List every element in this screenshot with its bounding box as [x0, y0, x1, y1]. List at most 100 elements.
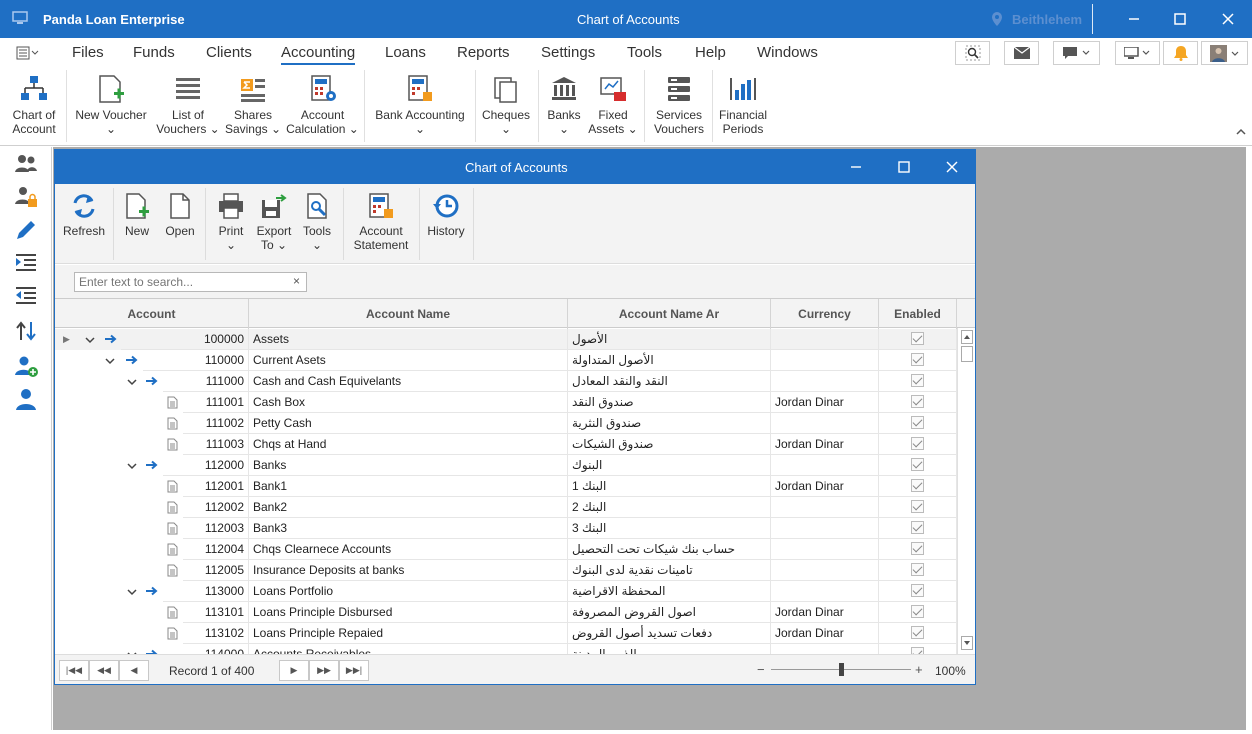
- maximize-button[interactable]: [1170, 9, 1190, 29]
- enabled-checkbox[interactable]: [911, 500, 924, 514]
- chat-button[interactable]: [1053, 41, 1100, 65]
- table-row[interactable]: 113102 Loans Principle Repaied دفعات تسديد…: [55, 623, 957, 644]
- menu-files[interactable]: Files: [72, 44, 104, 61]
- scroll-up-button[interactable]: [961, 330, 973, 344]
- expand-chevron-icon[interactable]: [127, 378, 137, 386]
- last-page-button[interactable]: ▶▶|: [339, 660, 369, 681]
- notifications-button[interactable]: [1163, 41, 1198, 65]
- enabled-checkbox[interactable]: [911, 626, 924, 640]
- enabled-checkbox[interactable]: [911, 437, 924, 451]
- clear-search-icon[interactable]: ×: [293, 274, 300, 288]
- list-of-vouchers-button[interactable]: List of Vouchers ⌄: [155, 74, 221, 136]
- table-row[interactable]: 110000 Current Asets الأصول المتداولة: [55, 350, 957, 371]
- scroll-down-button[interactable]: [961, 636, 973, 650]
- cheques-button[interactable]: Cheques ⌄: [480, 74, 532, 136]
- menu-accounting[interactable]: Accounting: [281, 44, 356, 65]
- enabled-checkbox[interactable]: [911, 521, 924, 535]
- enabled-checkbox[interactable]: [911, 416, 924, 430]
- fixed-assets-button[interactable]: Fixed Assets ⌄: [588, 74, 638, 136]
- menu-funds[interactable]: Funds: [133, 44, 175, 61]
- expand-chevron-icon[interactable]: [105, 357, 115, 365]
- prev-record-button[interactable]: ◀: [119, 660, 149, 681]
- user-lock-icon[interactable]: [14, 185, 38, 209]
- add-user-icon[interactable]: [14, 354, 38, 378]
- table-row[interactable]: 113101 Loans Principle Disbursed اصول القر…: [55, 602, 957, 623]
- clients-group-icon[interactable]: [14, 152, 38, 176]
- next-page-button[interactable]: ▶▶: [309, 660, 339, 681]
- search-input[interactable]: [74, 272, 307, 292]
- banks-button[interactable]: Banks ⌄: [544, 74, 584, 136]
- expand-chevron-icon[interactable]: [127, 588, 137, 596]
- zoom-out-button[interactable]: −: [757, 662, 765, 677]
- account-statement-button[interactable]: Account Statement: [347, 192, 415, 252]
- enabled-checkbox[interactable]: [911, 374, 924, 388]
- enabled-checkbox[interactable]: [911, 353, 924, 367]
- enabled-checkbox[interactable]: [911, 458, 924, 472]
- table-row[interactable]: 111003 Chqs at Hand صندوق الشيكات Jordan Di…: [55, 434, 957, 455]
- user-avatar-button[interactable]: [1201, 41, 1248, 65]
- chart-of-account-button[interactable]: Chart of Account: [6, 74, 62, 136]
- minimize-button[interactable]: [1124, 9, 1144, 29]
- menu-reports[interactable]: Reports: [457, 44, 510, 61]
- indent-list-icon[interactable]: [14, 251, 38, 275]
- services-vouchers-button[interactable]: Services Vouchers: [650, 74, 708, 136]
- enabled-checkbox[interactable]: [911, 605, 924, 619]
- open-button[interactable]: Open: [161, 192, 199, 238]
- child-minimize-button[interactable]: [849, 160, 863, 174]
- column-header-account[interactable]: Account: [55, 299, 249, 329]
- child-close-button[interactable]: [945, 160, 959, 174]
- enabled-checkbox[interactable]: [911, 332, 924, 346]
- column-header-account-name[interactable]: Account Name: [249, 299, 568, 329]
- enabled-checkbox[interactable]: [911, 584, 924, 598]
- print-button[interactable]: Print ⌄: [211, 192, 251, 252]
- scroll-thumb[interactable]: [961, 346, 973, 362]
- prev-page-button[interactable]: ◀◀: [89, 660, 119, 681]
- location-label[interactable]: Beithlehem: [1012, 12, 1082, 27]
- enabled-checkbox[interactable]: [911, 647, 924, 654]
- sort-arrows-icon[interactable]: [14, 319, 38, 343]
- table-row[interactable]: 111002 Petty Cash صندوق النثرية: [55, 413, 957, 434]
- app-menu-icon[interactable]: [16, 46, 40, 60]
- collapse-ribbon-icon[interactable]: [1236, 128, 1246, 136]
- new-button[interactable]: New: [119, 192, 155, 238]
- history-button[interactable]: History: [423, 192, 469, 238]
- menu-loans[interactable]: Loans: [385, 44, 426, 61]
- tools-button[interactable]: Tools ⌄: [299, 192, 335, 252]
- menu-settings[interactable]: Settings: [541, 44, 595, 61]
- table-row[interactable]: 112000 Banks البنوك: [55, 455, 957, 476]
- search-button[interactable]: [955, 41, 990, 65]
- pencil-icon[interactable]: [14, 218, 38, 242]
- table-row[interactable]: 112003 Bank3 البنك 3: [55, 518, 957, 539]
- table-row[interactable]: 113000 Loans Portfolio المحفظة الاقراضية: [55, 581, 957, 602]
- enabled-checkbox[interactable]: [911, 563, 924, 577]
- table-row[interactable]: 111001 Cash Box صندوق النقد Jordan Dinar: [55, 392, 957, 413]
- account-calculation-button[interactable]: Account Calculation ⌄: [285, 74, 360, 136]
- menu-windows[interactable]: Windows: [757, 44, 818, 61]
- table-row[interactable]: 112004 Chqs Clearnece Accounts حساب بنك شي…: [55, 539, 957, 560]
- display-button[interactable]: [1115, 41, 1160, 65]
- shares-savings-button[interactable]: Shares Savings ⌄: [224, 74, 282, 136]
- expand-chevron-icon[interactable]: [85, 336, 95, 344]
- menu-help[interactable]: Help: [695, 44, 726, 61]
- column-header-currency[interactable]: Currency: [771, 299, 879, 329]
- outdent-list-icon[interactable]: [14, 284, 38, 308]
- refresh-button[interactable]: Refresh: [61, 192, 107, 238]
- enabled-checkbox[interactable]: [911, 542, 924, 556]
- menu-clients[interactable]: Clients: [206, 44, 252, 61]
- close-button[interactable]: [1218, 9, 1238, 29]
- zoom-in-button[interactable]: +: [915, 662, 923, 677]
- table-row[interactable]: 112001 Bank1 البنك 1 Jordan Dinar: [55, 476, 957, 497]
- vertical-scrollbar[interactable]: [957, 328, 975, 654]
- table-row[interactable]: 112002 Bank2 البنك 2: [55, 497, 957, 518]
- child-maximize-button[interactable]: [897, 160, 911, 174]
- user-icon[interactable]: [14, 387, 38, 411]
- financial-periods-button[interactable]: Financial Periods: [716, 74, 770, 136]
- menu-tools[interactable]: Tools: [627, 44, 662, 61]
- new-voucher-button[interactable]: New Voucher ⌄: [70, 74, 152, 136]
- messages-button[interactable]: [1004, 41, 1039, 65]
- export-to-button[interactable]: Export To ⌄: [253, 192, 295, 252]
- column-header-enabled[interactable]: Enabled: [879, 299, 957, 329]
- column-header-account-name-ar[interactable]: Account Name Ar: [568, 299, 771, 329]
- enabled-checkbox[interactable]: [911, 479, 924, 493]
- enabled-checkbox[interactable]: [911, 395, 924, 409]
